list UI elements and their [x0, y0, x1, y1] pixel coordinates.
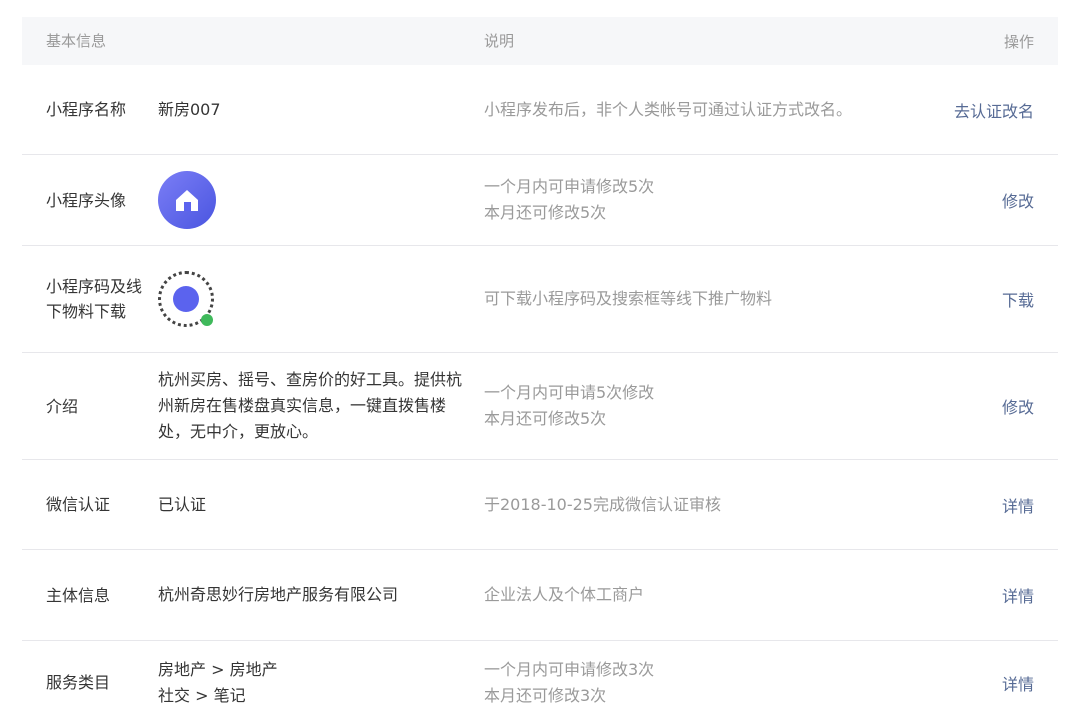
- row-value-line2: 社交 > 笔记: [158, 685, 246, 705]
- table-row: 微信认证 已认证 于2018-10-25完成微信认证审核 详情: [22, 460, 1058, 550]
- row-value: 杭州奇思妙行房地产服务有限公司: [158, 585, 399, 604]
- row-label: 小程序码及线下物料下载: [46, 277, 143, 321]
- table-row: 小程序头像 一个月内可申请修改5次 本月还可修改5次 修改: [22, 155, 1058, 246]
- header-basic-info: 基本信息: [46, 31, 107, 50]
- details-link[interactable]: 详情: [954, 493, 1058, 517]
- row-description: 于2018-10-25完成微信认证审核: [484, 494, 721, 514]
- row-value: 已认证: [158, 494, 207, 514]
- row-description-line2: 本月还可修改5次: [484, 409, 607, 428]
- row-description: 可下载小程序码及搜索框等线下推广物料: [484, 289, 773, 308]
- table-row: 主体信息 杭州奇思妙行房地产服务有限公司 企业法人及个体工商户 详情: [22, 550, 1058, 641]
- row-description-line1: 一个月内可申请5次修改: [484, 383, 655, 402]
- row-description-line2: 本月还可修改3次: [484, 685, 607, 705]
- rename-link[interactable]: 去认证改名: [954, 98, 1058, 122]
- table-row: 介绍 杭州买房、摇号、查房价的好工具。提供杭州新房在售楼盘真实信息，一键直拨售楼…: [22, 353, 1058, 460]
- qr-code-icon: [158, 271, 214, 327]
- row-description-line1: 一个月内可申请修改5次: [484, 177, 655, 196]
- row-description-line2: 本月还可修改5次: [484, 203, 607, 222]
- row-description: 小程序发布后，非个人类帐号可通过认证方式改名。: [484, 99, 853, 119]
- row-label: 服务类目: [46, 673, 111, 692]
- row-label: 微信认证: [46, 495, 111, 514]
- row-value-line1: 房地产 > 房地产: [158, 659, 278, 679]
- row-description: 企业法人及个体工商户: [484, 585, 645, 604]
- row-description-line1: 一个月内可申请修改3次: [484, 659, 655, 679]
- row-value: 杭州买房、摇号、查房价的好工具。提供杭州新房在售楼盘真实信息，一键直拨售楼处，无…: [158, 370, 463, 441]
- edit-avatar-link[interactable]: 修改: [954, 188, 1058, 212]
- details-link[interactable]: 详情: [954, 671, 1058, 695]
- row-label: 小程序头像: [46, 190, 127, 210]
- table-row: 服务类目 房地产 > 房地产 社交 > 笔记 一个月内可申请修改3次 本月还可修改3…: [22, 641, 1058, 724]
- table-row: 小程序码及线下物料下载 可下载小程序码及搜索框等线下推广物料 下载: [22, 246, 1058, 353]
- download-link[interactable]: 下载: [954, 287, 1058, 311]
- row-value: 新房007: [158, 99, 221, 119]
- edit-intro-link[interactable]: 修改: [954, 394, 1058, 418]
- row-label: 主体信息: [46, 585, 111, 605]
- header-description: 说明: [484, 32, 515, 50]
- table-header: 基本信息 说明 操作: [22, 17, 1058, 65]
- house-avatar-icon: [158, 171, 216, 229]
- header-action: 操作: [1003, 32, 1034, 51]
- table-row: 小程序名称 新房007 小程序发布后，非个人类帐号可通过认证方式改名。 去认证改…: [22, 65, 1058, 155]
- details-link[interactable]: 详情: [954, 583, 1058, 607]
- row-label: 小程序名称: [46, 100, 127, 119]
- basic-info-table: 基本信息 说明 操作 小程序名称 新房007 小程序发布后，非个人类帐号可通过认…: [22, 17, 1058, 724]
- row-label: 介绍: [46, 396, 79, 416]
